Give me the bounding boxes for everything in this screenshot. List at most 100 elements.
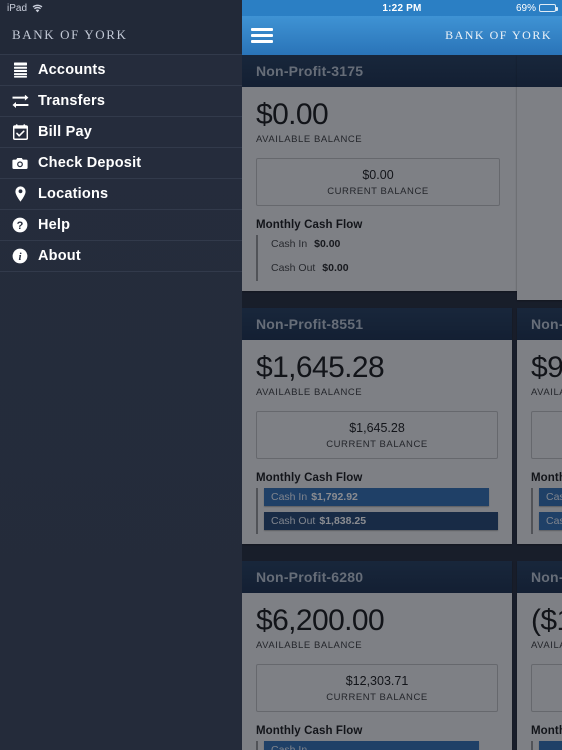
cash-out-label: Cash Out bbox=[271, 261, 316, 274]
account-card[interactable]: Non-Profit- $9 AVAILABLE BALANCE Monthly… bbox=[517, 308, 562, 544]
bill-pay-icon bbox=[10, 122, 30, 142]
cash-in-row: Cash In $1,792.92 bbox=[264, 487, 498, 506]
account-card-body: $0.00 AVAILABLE BALANCE $0.00 CURRENT BA… bbox=[242, 87, 514, 291]
cash-out-row: Cash Out bbox=[539, 511, 562, 530]
sidebar-item-accounts[interactable]: Accounts bbox=[0, 55, 242, 86]
wifi-icon bbox=[32, 4, 43, 13]
account-card-body: $9 AVAILABLE BALANCE Monthly Cash Flow C… bbox=[517, 340, 562, 544]
current-balance-box: $12,303.71 CURRENT BALANCE bbox=[256, 663, 498, 712]
monthly-cash-flow-title: Monthly Cash Flow bbox=[256, 724, 363, 737]
account-card[interactable]: Non-Profit-8551 $1,645.28 AVAILABLE BALA… bbox=[242, 308, 512, 544]
device-label: iPad bbox=[7, 2, 28, 14]
cash-in-label: Cash In bbox=[271, 743, 308, 750]
cash-in-row: Cash In bbox=[264, 740, 498, 750]
cash-in-row bbox=[539, 740, 562, 750]
cash-out-bar: Cash Out $0.00 bbox=[264, 259, 349, 277]
cash-in-amount: $0.00 bbox=[314, 237, 341, 250]
available-balance-label: AVAILABLE BALANCE bbox=[256, 639, 363, 651]
sidebar-item-check-deposit[interactable]: Check Deposit bbox=[0, 148, 242, 179]
cash-flow-chart bbox=[531, 740, 562, 750]
cash-in-label: Cash In bbox=[271, 490, 308, 503]
available-balance-amount: ($1 bbox=[531, 604, 562, 637]
account-card-body: $6,200.00 AVAILABLE BALANCE $12,303.71 C… bbox=[242, 593, 512, 750]
status-time: 1:22 PM bbox=[382, 2, 422, 14]
monthly-cash-flow-title: Monthly Cash Flow bbox=[256, 471, 363, 484]
sidebar-item-label: Help bbox=[38, 217, 71, 233]
current-balance-label: CURRENT BALANCE bbox=[327, 185, 429, 197]
current-balance-box bbox=[531, 410, 562, 459]
sidebar-item-label: About bbox=[38, 248, 81, 264]
sidebar-item-label: Accounts bbox=[38, 62, 106, 78]
sidebar-item-label: Locations bbox=[38, 186, 109, 202]
current-balance-amount: $1,645.28 bbox=[349, 420, 405, 435]
current-balance-label bbox=[538, 439, 562, 450]
account-name bbox=[531, 63, 535, 79]
accounts-icon bbox=[10, 60, 30, 80]
cash-flow-chart: Cash In Cash Out bbox=[531, 487, 562, 534]
account-name: Non-Profit- bbox=[531, 316, 562, 332]
cash-out-bar: Cash Out bbox=[539, 511, 562, 530]
header-brand: BANK OF YORK bbox=[445, 28, 552, 42]
cash-in-amount: $1,792.92 bbox=[311, 490, 358, 503]
sidebar-item-transfers[interactable]: Transfers bbox=[0, 86, 242, 117]
transfers-icon bbox=[10, 91, 30, 111]
account-name: Non-Profit-6280 bbox=[256, 569, 364, 585]
current-balance-box: $0.00 CURRENT BALANCE bbox=[256, 157, 500, 206]
cash-flow-chart: Cash In $1,792.92 Cash Out $1,838.25 bbox=[256, 487, 498, 534]
main-content: 1:22 PM 69% BANK OF YORK Non-Profit-3175 bbox=[242, 0, 562, 750]
available-balance-label: AVAILABLE BALANCE bbox=[531, 639, 562, 651]
current-balance-box: $1,645.28 CURRENT BALANCE bbox=[256, 410, 498, 459]
hamburger-menu-icon[interactable] bbox=[250, 27, 274, 45]
account-card-header bbox=[517, 55, 562, 87]
sidebar-item-help[interactable]: ? Help bbox=[0, 210, 242, 241]
cash-out-amount: $0.00 bbox=[322, 261, 349, 274]
monthly-cash-flow-title: Monthly Cash Flow bbox=[256, 218, 363, 231]
account-name: Non-Profit- bbox=[531, 569, 562, 585]
app-root: iPad BANK OF YORK Accounts Transfers Bil… bbox=[0, 0, 562, 750]
help-icon: ? bbox=[10, 215, 30, 235]
cash-in-bar: Cash In bbox=[264, 740, 480, 750]
location-pin-icon bbox=[10, 184, 30, 204]
available-balance-label: AVAILABLE BALANCE bbox=[531, 386, 562, 398]
cash-in-bar: Cash In bbox=[539, 487, 562, 506]
account-card-header: Non-Profit- bbox=[517, 561, 562, 593]
sidebar-item-label: Transfers bbox=[38, 93, 106, 109]
available-balance-amount: $0.00 bbox=[256, 98, 329, 131]
account-card-body: $1,645.28 AVAILABLE BALANCE $1,645.28 CU… bbox=[242, 340, 512, 544]
info-icon: i bbox=[10, 246, 30, 266]
available-balance-amount: $9 bbox=[531, 351, 562, 384]
sidebar-item-about[interactable]: i About bbox=[0, 241, 242, 272]
current-balance-amount bbox=[538, 421, 562, 435]
current-balance-label: CURRENT BALANCE bbox=[326, 438, 428, 450]
cash-out-row: Cash Out $0.00 bbox=[264, 259, 500, 277]
current-balance-amount: $12,303.71 bbox=[345, 673, 409, 688]
sidebar-item-label: Check Deposit bbox=[38, 155, 142, 171]
sidebar-drawer: iPad BANK OF YORK Accounts Transfers Bil… bbox=[0, 0, 242, 750]
cash-flow-chart: Cash In bbox=[256, 740, 498, 750]
cash-in-bar: Cash In $0.00 bbox=[264, 235, 340, 253]
available-balance-amount: $1,645.28 bbox=[256, 351, 385, 384]
sidebar-item-bill-pay[interactable]: Bill Pay bbox=[0, 117, 242, 148]
monthly-cash-flow-title: Monthly Cash Flow bbox=[531, 471, 562, 484]
cash-in-row: Cash In $0.00 bbox=[264, 235, 500, 253]
available-balance-amount: $6,200.00 bbox=[256, 604, 385, 637]
sidebar-nav-list: Accounts Transfers Bill Pay Check Deposi… bbox=[0, 54, 242, 272]
account-card[interactable]: Non-Profit-3175 $0.00 AVAILABLE BALANCE … bbox=[242, 55, 562, 291]
account-card[interactable]: Non-Profit- ($1 AVAILABLE BALANCE Monthl… bbox=[517, 561, 562, 750]
battery-icon bbox=[539, 4, 558, 12]
account-card-partial[interactable] bbox=[517, 55, 562, 300]
sidebar-item-locations[interactable]: Locations bbox=[0, 179, 242, 210]
cash-in-row: Cash In bbox=[539, 487, 562, 506]
sidebar-status-bar: iPad bbox=[0, 0, 242, 16]
cash-in-label: Cash In bbox=[271, 237, 308, 250]
cash-out-label: Cash Out bbox=[271, 514, 316, 527]
app-header-bar: BANK OF YORK bbox=[242, 16, 562, 55]
monthly-cash-flow-title: Monthly Cash Flow bbox=[531, 724, 562, 737]
accounts-card-grid[interactable]: Non-Profit-3175 $0.00 AVAILABLE BALANCE … bbox=[242, 55, 562, 750]
cash-in-bar: Cash In $1,792.92 bbox=[264, 487, 489, 506]
current-balance-label bbox=[538, 692, 562, 703]
current-balance-amount: $0.00 bbox=[362, 167, 394, 182]
cash-in-bar bbox=[539, 740, 562, 750]
account-card[interactable]: Non-Profit-6280 $6,200.00 AVAILABLE BALA… bbox=[242, 561, 512, 750]
svg-text:?: ? bbox=[17, 220, 24, 232]
